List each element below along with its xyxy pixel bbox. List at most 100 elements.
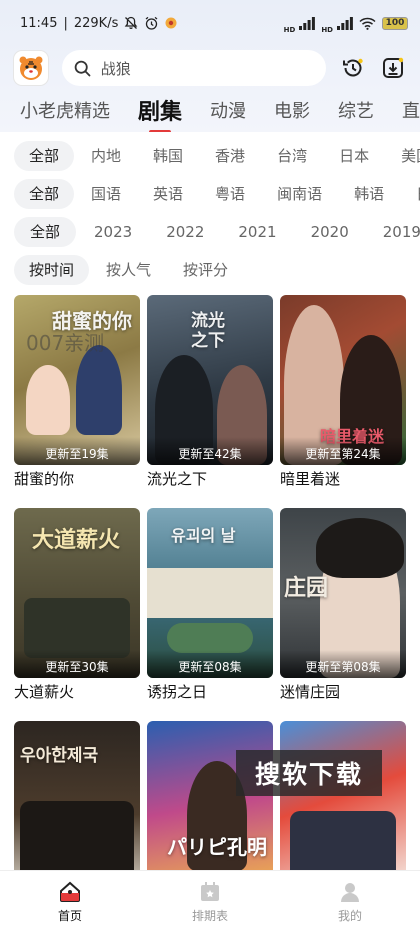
region-chip-usa[interactable]: 美国 [386, 141, 420, 171]
drama-title: 甜蜜的你 [14, 470, 75, 488]
nav-home-label: 首页 [57, 909, 82, 923]
language-chip-mandarin[interactable]: 国语 [76, 179, 136, 209]
poster-image: 大道薪火 更新至30集 [14, 508, 140, 678]
year-chip-2022[interactable]: 2022 [150, 217, 220, 247]
episode-badge: 更新至30集 [14, 650, 140, 678]
poster-figure [24, 598, 130, 658]
year-chip-all[interactable]: 全部 [14, 217, 77, 247]
search-icon [74, 60, 91, 77]
tab-live[interactable]: 直 [402, 97, 420, 123]
hd-label-2: HD [321, 25, 333, 34]
drama-title: 诱拐之日 [147, 683, 208, 701]
tab-anime[interactable]: 动漫 [210, 97, 246, 123]
poster-image: 流光之下 更新至42集 [147, 295, 273, 465]
battery-indicator: 100 [382, 16, 408, 30]
episode-badge: 更新至第24集 [280, 437, 406, 465]
drama-card[interactable]: 大道薪火 更新至30集 大道薪火 [14, 508, 140, 702]
year-chip-2019[interactable]: 2019 [367, 217, 420, 247]
region-chip-hongkong[interactable]: 香港 [200, 141, 260, 171]
poster-image: 유괴의 날 更新至08集 [147, 508, 273, 678]
episode-badge: 更新至42集 [147, 437, 273, 465]
search-header: 战狼 [0, 48, 420, 88]
drama-card[interactable]: 甜蜜的你 更新至19集 甜蜜的你 [14, 295, 140, 489]
filter-panel: 全部 内地 韩国 香港 台湾 日本 美国 全部 国语 英语 粤语 闽南语 韩语 … [0, 137, 420, 289]
sort-chip-popularity[interactable]: 按人气 [91, 255, 166, 285]
language-chip-minnan[interactable]: 闽南语 [262, 179, 337, 209]
drama-title: 暗里着迷 [280, 470, 341, 488]
mute-bell-icon [124, 16, 138, 30]
alarm-icon [144, 16, 159, 31]
poster-figure [76, 345, 122, 435]
hd-label: HD [283, 25, 296, 34]
drama-card[interactable]: 流光之下 更新至42集 流光之下 [147, 295, 273, 489]
poster-art-title: 우아한제국 [20, 746, 99, 766]
episode-badge: 更新至19集 [14, 437, 140, 465]
nav-schedule-label: 排期表 [191, 909, 228, 923]
download-icon [383, 57, 404, 78]
language-chip-japanese[interactable]: 日 [401, 179, 420, 209]
poster-art-title: 流光之下 [191, 311, 225, 351]
drama-title: 流光之下 [147, 470, 208, 488]
bottom-nav: 首页 排期表 我的 [0, 870, 420, 933]
tab-featured[interactable]: 小老虎精选 [20, 97, 110, 123]
status-time: 11:45 [20, 15, 58, 31]
region-chip-taiwan[interactable]: 台湾 [262, 141, 322, 171]
drama-title: 大道薪火 [14, 683, 75, 701]
history-button[interactable] [340, 55, 366, 81]
tab-series[interactable]: 剧集 [138, 94, 182, 132]
region-chip-japan[interactable]: 日本 [324, 141, 384, 171]
sort-filter-row: 按时间 按人气 按评分 [0, 251, 420, 289]
drama-title: 迷情庄园 [280, 683, 341, 701]
poster-image: 우아한제국 [14, 721, 140, 891]
history-icon [343, 58, 363, 77]
nav-schedule[interactable]: 排期表 [140, 880, 280, 924]
poster-image: 甜蜜的你 更新至19集 [14, 295, 140, 465]
status-speed: 229K/s [73, 15, 119, 31]
home-icon [60, 881, 80, 902]
region-chip-mainland[interactable]: 内地 [76, 141, 136, 171]
tab-variety[interactable]: 综艺 [338, 97, 374, 123]
language-chip-cantonese[interactable]: 粤语 [200, 179, 260, 209]
language-chip-all[interactable]: 全部 [14, 179, 75, 209]
status-divider: | [63, 15, 68, 31]
poster-hair [316, 518, 404, 578]
poster-image: 庄园 更新至第08集 [280, 508, 406, 678]
episode-badge: 更新至第08集 [280, 650, 406, 678]
nav-profile-label: 我的 [337, 909, 362, 923]
year-chip-2023[interactable]: 2023 [78, 217, 148, 247]
tiger-logo-icon [19, 56, 43, 80]
channel-tabs: 小老虎精选 剧集 动漫 电影 综艺 直 [0, 88, 420, 132]
poster-image: 暗里着迷 更新至第24集 [280, 295, 406, 465]
watermark-text: 007亲测 [26, 331, 105, 355]
app-logo[interactable] [14, 51, 48, 85]
language-chip-english[interactable]: 英语 [138, 179, 198, 209]
download-stamp-overlay: 搜软下载 [236, 750, 382, 796]
year-chip-2020[interactable]: 2020 [295, 217, 365, 247]
poster-figure [26, 365, 70, 435]
region-chip-all[interactable]: 全部 [14, 141, 75, 171]
download-button[interactable] [380, 55, 406, 81]
calendar-icon [201, 882, 219, 901]
signal-icon-2 [337, 16, 353, 30]
region-filter-row: 全部 内地 韩国 香港 台湾 日本 美国 [0, 137, 420, 175]
year-filter-row: 全部 2023 2022 2021 2020 2019 2 [0, 213, 420, 251]
region-chip-korea[interactable]: 韩国 [138, 141, 198, 171]
language-chip-korean[interactable]: 韩语 [339, 179, 399, 209]
nav-profile[interactable]: 我的 [280, 880, 420, 924]
drama-card[interactable]: 庄园 更新至第08集 迷情庄园 [280, 508, 406, 702]
poster-art-title: 유괴의 날 [171, 526, 236, 545]
nav-home[interactable]: 首页 [0, 880, 140, 924]
tab-movies[interactable]: 电影 [274, 97, 310, 123]
user-icon [341, 883, 359, 902]
sort-chip-rating[interactable]: 按评分 [168, 255, 243, 285]
poster-figure [167, 623, 253, 653]
search-bar[interactable]: 战狼 [61, 50, 327, 86]
poster-art-title: パリピ孔明 [167, 835, 267, 859]
signal-icon [299, 16, 316, 30]
drama-card[interactable]: 暗里着迷 更新至第24集 暗里着迷 [280, 295, 406, 489]
language-filter-row: 全部 国语 英语 粤语 闽南语 韩语 日 [0, 175, 420, 213]
drama-card[interactable]: 유괴의 날 更新至08集 诱拐之日 [147, 508, 273, 702]
sort-chip-time[interactable]: 按时间 [14, 255, 90, 285]
year-chip-2021[interactable]: 2021 [222, 217, 292, 247]
poster-buildings [147, 568, 273, 618]
